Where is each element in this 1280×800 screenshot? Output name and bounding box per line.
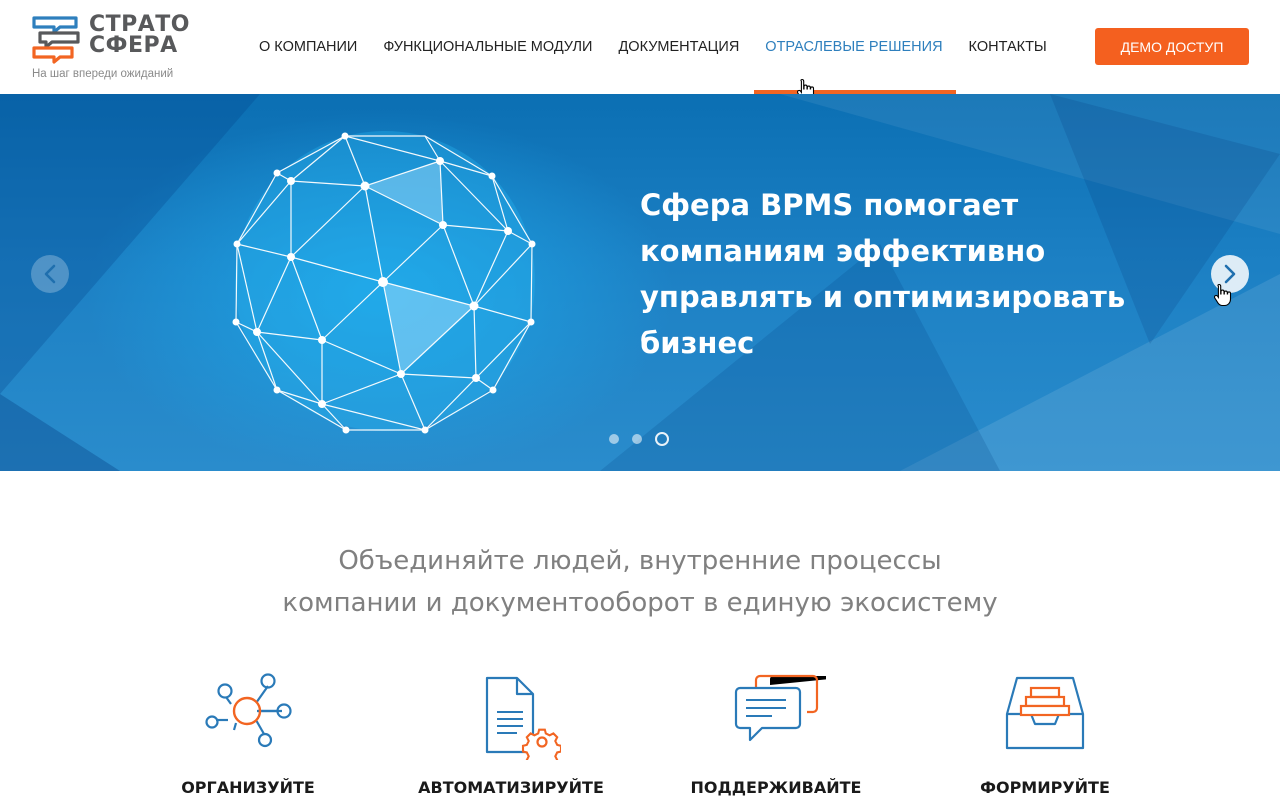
slider-dots (609, 432, 669, 446)
document-gear-icon (485, 676, 561, 760)
slider-dot-2[interactable] (632, 434, 642, 444)
logo-wordmark: СТРАТО СФЕРА (89, 12, 191, 58)
chevron-right-icon (1224, 264, 1236, 284)
feature-form[interactable]: ФОРМИРУЙТЕ (945, 670, 1145, 800)
feature-label: ОРГАНИЗУЙТЕ (181, 778, 315, 797)
archive-tray-icon (1005, 676, 1085, 750)
nav-item-contacts[interactable]: КОНТАКТЫ (956, 0, 1060, 94)
logo-mark-icon (32, 16, 80, 64)
logo-line-2: СФЕРА (89, 33, 178, 58)
nav-item-documentation[interactable]: ДОКУМЕНТАЦИЯ (605, 0, 752, 94)
main-nav: О КОМПАНИИ ФУНКЦИОНАЛЬНЫЕ МОДУЛИ ДОКУМЕН… (246, 0, 1060, 94)
nav-item-industry-solutions[interactable]: ОТРАСЛЕВЫЕ РЕШЕНИЯ (752, 0, 956, 94)
demo-access-button[interactable]: ДЕМО ДОСТУП (1095, 28, 1249, 65)
slider-next-button[interactable] (1211, 255, 1249, 293)
logo[interactable]: СТРАТО СФЕРА На шаг впереди ожиданий (32, 14, 202, 84)
feature-organize[interactable]: ОРГАНИЗУЙТЕ (148, 670, 348, 800)
hero-title: Сфера BPMS помогает компаниям эффективно… (640, 188, 1126, 360)
intro-line-2: компании и документооборот в единую экос… (282, 588, 998, 618)
feature-automate[interactable]: АВТОМАТИЗИРУЙТЕ (411, 670, 611, 800)
chat-bubbles-icon (734, 674, 826, 742)
feature-label: ПОДДЕРЖИВАЙТЕ (690, 778, 862, 797)
chevron-left-icon (44, 264, 56, 284)
network-icon (205, 673, 292, 748)
logo-line-1: СТРАТО (89, 12, 191, 37)
slider-prev-button[interactable] (31, 255, 69, 293)
geodesic-sphere-graphic (232, 131, 536, 434)
intro-heading: Объединяйте людей, внутренние процессы к… (0, 540, 1280, 624)
feature-label: АВТОМАТИЗИРУЙТЕ (418, 778, 604, 797)
feature-label: ФОРМИРУЙТЕ (980, 778, 1110, 797)
intro-line-1: Объединяйте людей, внутренние процессы (338, 546, 942, 576)
nav-item-modules[interactable]: ФУНКЦИОНАЛЬНЫЕ МОДУЛИ (370, 0, 605, 94)
site-header: СТРАТО СФЕРА На шаг впереди ожиданий О К… (0, 0, 1280, 94)
hero-slider: Сфера BPMS помогает компаниям эффективно… (0, 94, 1280, 471)
slider-dot-3[interactable] (655, 432, 669, 446)
logo-tagline: На шаг впереди ожиданий (32, 68, 174, 80)
slider-dot-1[interactable] (609, 434, 619, 444)
feature-support[interactable]: ПОДДЕРЖИВАЙТЕ (676, 670, 876, 800)
nav-item-about[interactable]: О КОМПАНИИ (246, 0, 370, 94)
